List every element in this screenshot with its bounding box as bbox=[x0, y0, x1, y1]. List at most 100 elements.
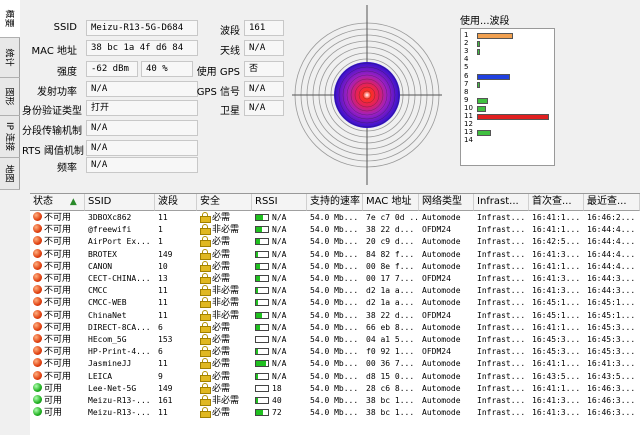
table-cell: N/A bbox=[252, 261, 307, 273]
table-cell: N/A bbox=[252, 310, 307, 322]
column-header[interactable]: 状态 ▲ bbox=[30, 194, 85, 211]
rts-label: RTS 阈值机制 bbox=[22, 146, 84, 157]
table-cell: 必需 bbox=[197, 370, 252, 383]
table-cell: 必需 bbox=[197, 382, 252, 395]
column-header[interactable]: 支持的速率 bbox=[307, 194, 363, 211]
tab-statistics[interactable]: 统计 bbox=[0, 38, 20, 78]
table-cell: 必需 bbox=[197, 260, 252, 273]
lock-icon bbox=[200, 370, 211, 382]
column-header[interactable]: 最近查... bbox=[584, 194, 640, 211]
table-cell: 必需 bbox=[197, 358, 252, 370]
tab-ip-connections[interactable]: IP 连接 bbox=[0, 116, 20, 158]
table-row[interactable]: 不可用 LEICA 9 必需 N/A 54.0 Mb... d8 15 0... Automo… bbox=[30, 370, 640, 383]
column-header[interactable]: 网络类型 bbox=[419, 194, 474, 211]
signal-strength-fill bbox=[256, 324, 260, 330]
column-header[interactable]: RSSI bbox=[252, 194, 307, 211]
gps-signal-label: GPS 信号 bbox=[196, 87, 240, 98]
frequency-label: 频率 bbox=[57, 163, 77, 174]
table-row[interactable]: 不可用 CMCC 11 非必需 N/A 54.0 Mb... d2 1a a... Autom… bbox=[30, 285, 640, 297]
table-row[interactable]: 可用 Meizu-R13-... 161 非必需 40 54.0 Mb... 38 bc 1… bbox=[30, 395, 640, 407]
table-cell: 必需 bbox=[197, 334, 252, 346]
signal-strength-icon bbox=[255, 250, 269, 258]
table-cell: Automode bbox=[422, 249, 461, 259]
column-header[interactable]: 安全 bbox=[197, 194, 252, 211]
sort-ascending-icon: ▲ bbox=[67, 197, 77, 207]
table-row[interactable]: 不可用 JasmineJJ 11 必需 N/A 54.0 Mb... 00 36 7... A… bbox=[30, 358, 640, 370]
table-cell: 04 a1 5... bbox=[366, 335, 415, 344]
table-row[interactable]: 不可用 CANON 10 必需 N/A 54.0 Mb... 00 8e f... Autom… bbox=[30, 260, 640, 273]
table-cell: 9 bbox=[158, 371, 163, 381]
table-cell: 18 bbox=[252, 383, 307, 395]
tab-map[interactable]: 地图 bbox=[0, 158, 20, 190]
channel-usage-bar bbox=[477, 97, 488, 104]
table-cell: 6 bbox=[158, 347, 163, 357]
lock-icon bbox=[200, 334, 211, 345]
signal-strength-icon bbox=[255, 275, 269, 282]
table-cell: CECT-CHINA... bbox=[88, 274, 151, 283]
status-available-icon bbox=[33, 395, 42, 404]
table-row[interactable]: 不可用 @freewifi 1 非必需 N/A 54.0 Mb... 38 22 d... O… bbox=[30, 224, 640, 236]
table-cell: 16:46:3... bbox=[587, 396, 636, 405]
table-cell: 16:41:3... bbox=[532, 286, 581, 296]
column-header[interactable]: 波段 bbox=[155, 194, 197, 211]
table-row[interactable]: 不可用 ChinaNet 11 非必需 N/A 54.0 Mb... 38 22 d... O… bbox=[30, 309, 640, 322]
vertical-tab-strip: 概要 统计 图形 IP 连接 地图 bbox=[0, 0, 20, 190]
gps-value: 否 bbox=[244, 61, 284, 77]
channel-usage-row: 12 bbox=[461, 120, 556, 128]
table-cell: 54.0 Mb... bbox=[310, 286, 359, 296]
signal-strength-fill bbox=[256, 288, 259, 294]
table-row[interactable]: 不可用 3DBOXc862 11 必需 N/A 54.0 Mb... 7e c7 0d ..… bbox=[30, 212, 640, 224]
lock-icon bbox=[200, 236, 211, 248]
table-cell: Automode bbox=[422, 396, 461, 405]
table-cell: Infrast... bbox=[477, 322, 526, 332]
channel-usage-bar bbox=[477, 49, 480, 56]
table-row[interactable]: 不可用 HEcom_5G 153 必需 N/A 54.0 Mb... 04 a1 5... A… bbox=[30, 334, 640, 346]
tab-summary[interactable]: 概要 bbox=[0, 0, 20, 38]
strength-label: 强度 bbox=[57, 67, 77, 78]
table-cell: 不可用 bbox=[30, 370, 85, 383]
column-header[interactable]: 首次查... bbox=[529, 194, 584, 211]
table-cell: N/A bbox=[252, 212, 307, 224]
channel-usage-row: 14 bbox=[461, 136, 556, 144]
table-cell: 28 c6 8... bbox=[366, 383, 415, 393]
fragmentation-label: 分段传输机制 bbox=[22, 126, 82, 137]
column-header[interactable]: SSID bbox=[85, 194, 155, 211]
table-row[interactable]: 不可用 HP-Print-4... 6 必需 N/A 54.0 Mb... f0 92 1.… bbox=[30, 346, 640, 358]
channel-label: 9 bbox=[464, 95, 469, 104]
status-unavailable-icon bbox=[33, 346, 42, 356]
table-cell: 11 bbox=[158, 286, 168, 296]
table-cell: N/A bbox=[252, 371, 307, 383]
table-row[interactable]: 可用 Lee-Net-5G 149 必需 18 54.0 Mb... 28 c6 8... A… bbox=[30, 382, 640, 395]
column-header[interactable]: MAC 地址 bbox=[363, 194, 419, 211]
table-cell: 149 bbox=[158, 383, 173, 393]
signal-radar bbox=[292, 5, 442, 185]
table-cell: 38 22 d... bbox=[366, 310, 415, 320]
table-cell: Meizu-R13-... bbox=[88, 396, 151, 405]
table-cell: f0 92 1... bbox=[366, 347, 415, 357]
table-row[interactable]: 不可用 AirPort Ex... 1 必需 N/A 54.0 Mb... 20 c9 d.… bbox=[30, 236, 640, 248]
mac-value: 38 bc 1a 4f d6 84 bbox=[86, 40, 198, 56]
table-row[interactable]: 不可用 CECT-CHINA... 13 必需 N/A 54.0 Mb... 00 17 7… bbox=[30, 273, 640, 285]
signal-strength-fill bbox=[256, 215, 264, 220]
table-cell: 16:41:1... bbox=[532, 383, 581, 393]
status-unavailable-icon bbox=[33, 248, 42, 258]
signal-strength-icon bbox=[255, 299, 269, 307]
table-row[interactable]: 不可用 BROTEX 149 必需 N/A 54.0 Mb... 84 82 f... Aut… bbox=[30, 248, 640, 261]
table-row[interactable]: 不可用 CMCC-WEB 11 非必需 N/A 54.0 Mb... d2 1a a... A… bbox=[30, 297, 640, 309]
table-cell: 非必需 bbox=[197, 395, 252, 407]
table-row[interactable]: 不可用 DIRECT-8CA... 6 必需 N/A 54.0 Mb... 66 eb 8.… bbox=[30, 321, 640, 334]
signal-strength-icon bbox=[255, 311, 269, 319]
ssid-label: SSID bbox=[53, 22, 77, 33]
table-row[interactable]: 可用 Meizu-R13-... 11 必需 72 54.0 Mb... 38 bc 1..… bbox=[30, 407, 640, 419]
table-cell: 必需 bbox=[197, 212, 252, 224]
channel-value: 161 bbox=[244, 20, 284, 36]
strength-dbm-value: -62 dBm bbox=[86, 61, 138, 77]
table-cell: Infrast... bbox=[477, 371, 526, 381]
table-cell: 54.0 Mb... bbox=[310, 347, 359, 357]
channel-label: 10 bbox=[464, 103, 473, 112]
table-cell: 不可用 bbox=[30, 273, 85, 285]
tab-graph[interactable]: 图形 bbox=[0, 78, 20, 116]
column-header[interactable]: Infrast... bbox=[474, 194, 529, 211]
table-cell: 54.0 Mb... bbox=[310, 322, 359, 332]
table-cell: OFDM24 bbox=[422, 310, 451, 320]
